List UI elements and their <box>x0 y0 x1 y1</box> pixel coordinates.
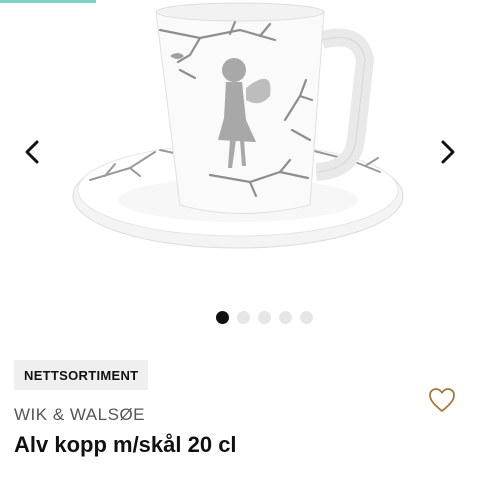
status-badge: NETTSORTIMENT <box>14 360 149 390</box>
slide-dot[interactable] <box>257 310 271 324</box>
favorite-button[interactable] <box>426 384 458 416</box>
chevron-left-icon <box>25 140 39 164</box>
slide-dot[interactable] <box>278 310 292 324</box>
previous-image-button[interactable] <box>12 130 52 174</box>
heart-outline-icon <box>429 388 455 412</box>
slide-dot[interactable] <box>215 310 229 324</box>
slide-dot[interactable] <box>236 310 250 324</box>
product-image-gallery[interactable] <box>0 0 480 300</box>
product-brand[interactable]: WIK & WALSØE <box>14 405 145 425</box>
slide-dot[interactable] <box>299 310 313 324</box>
product-image <box>72 2 404 249</box>
badge-label: NETTSORTIMENT <box>24 367 139 383</box>
next-image-button[interactable] <box>428 130 468 174</box>
chevron-right-icon <box>441 140 455 164</box>
product-title: Alv kopp m/skål 20 cl <box>14 432 237 457</box>
slide-indicator <box>0 310 480 324</box>
